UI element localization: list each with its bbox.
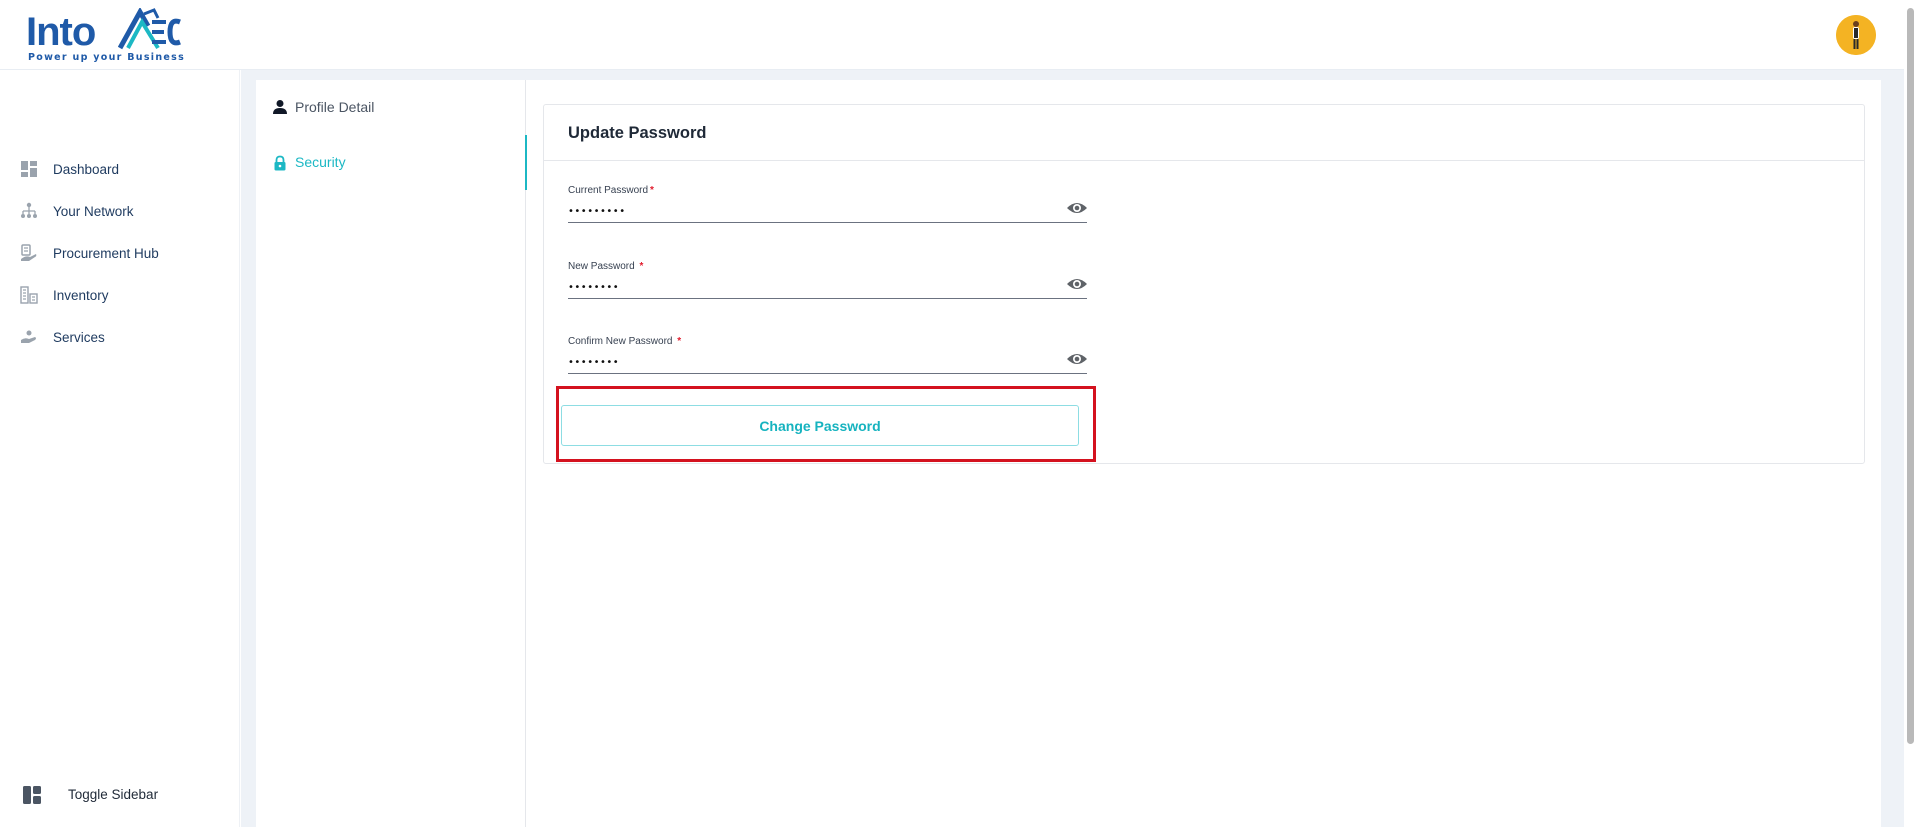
eye-icon[interactable]: [1066, 276, 1088, 292]
person-icon: [273, 100, 287, 114]
field-label: New Password *: [568, 261, 644, 272]
required-marker: *: [639, 261, 644, 272]
procurement-icon: [21, 244, 37, 261]
logo-wordmark: Into: [26, 10, 96, 54]
sidebar-item-label: Inventory: [53, 287, 109, 303]
user-avatar[interactable]: [1836, 15, 1876, 55]
sidebar-item-label: Procurement Hub: [53, 245, 159, 261]
sidebar-item-services[interactable]: Services: [0, 319, 240, 355]
logo-tagline: Power up your Business: [28, 52, 186, 63]
confirm-password-field: Confirm New Password *: [568, 336, 1087, 386]
subnav-label: Security: [295, 154, 346, 170]
main-sidebar: Dashboard Your Network Procurement Hub I…: [0, 70, 240, 827]
avatar-figure-icon: [1836, 15, 1876, 55]
subnav-item-profile-detail[interactable]: Profile Detail: [256, 80, 526, 135]
sidebar-item-inventory[interactable]: Inventory: [0, 277, 240, 313]
inventory-icon: [20, 286, 38, 304]
settings-subnav: Profile Detail Security: [256, 80, 527, 827]
required-marker: *: [677, 336, 682, 347]
current-password-field: Current Password *: [568, 185, 1087, 235]
new-password-field: New Password *: [568, 261, 1087, 311]
scrollbar-thumb[interactable]: [1907, 8, 1914, 744]
sidebar-item-your-network[interactable]: Your Network: [0, 193, 240, 229]
toggle-sidebar-label: Toggle Sidebar: [68, 787, 159, 802]
top-header: Into Power up your Business: [0, 0, 1904, 70]
sidebar-item-label: Your Network: [53, 203, 134, 219]
logo-aec-mark-icon: [118, 8, 181, 50]
field-label: Current Password *: [568, 185, 654, 196]
dashboard-icon: [21, 161, 37, 177]
field-label: Confirm New Password *: [568, 336, 682, 347]
subnav-item-security[interactable]: Security: [256, 135, 527, 190]
new-password-input[interactable]: [568, 277, 1058, 297]
sidebar-layout-icon: [23, 786, 41, 804]
eye-icon[interactable]: [1066, 200, 1088, 216]
sidebar-item-dashboard[interactable]: Dashboard: [0, 151, 240, 187]
active-tab-indicator: [525, 135, 527, 190]
panel-header: Update Password: [544, 105, 1864, 161]
sidebar-item-procurement-hub[interactable]: Procurement Hub: [0, 235, 240, 271]
confirm-password-input[interactable]: [568, 352, 1058, 372]
required-marker: *: [650, 185, 654, 196]
change-password-button[interactable]: Change Password: [561, 405, 1079, 446]
input-underline: [568, 373, 1087, 374]
panel-title: Update Password: [568, 124, 707, 142]
subnav-label: Profile Detail: [295, 99, 375, 115]
services-icon: [21, 330, 36, 343]
toggle-sidebar-button[interactable]: Toggle Sidebar: [0, 777, 240, 813]
brand-logo[interactable]: Into Power up your Business: [26, 8, 184, 64]
lock-icon: [274, 155, 286, 171]
input-underline: [568, 298, 1087, 299]
sidebar-item-label: Services: [53, 329, 105, 345]
sidebar-item-label: Dashboard: [53, 161, 120, 177]
input-underline: [568, 222, 1087, 223]
eye-icon[interactable]: [1066, 351, 1088, 367]
current-password-input[interactable]: [568, 201, 1058, 221]
network-icon: [21, 202, 37, 218]
